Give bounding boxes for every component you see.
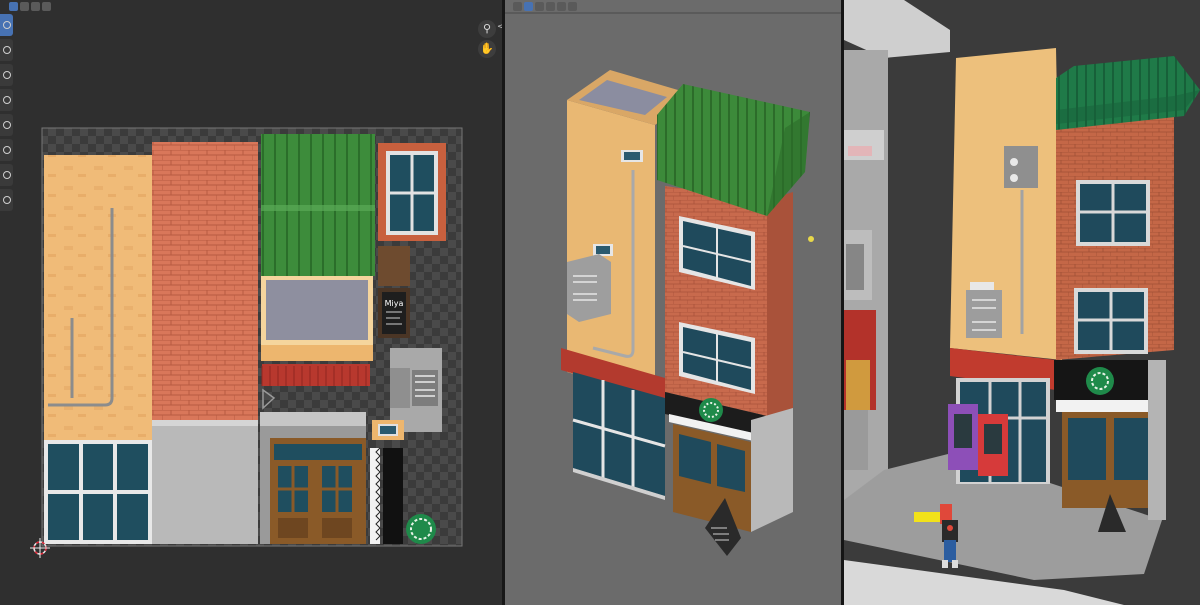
model-logo-badge (699, 398, 723, 422)
render-preview-pane (844, 0, 1200, 605)
uv-texture-canvas[interactable]: Miya (0, 0, 502, 605)
3d-viewport-pane[interactable] (505, 0, 841, 605)
uv-sign-frame (378, 246, 410, 286)
rendered-street-scene (844, 0, 1200, 605)
uv-grey-base (152, 420, 258, 544)
uv-editor-pane[interactable]: ⚲ ✋ <> (0, 0, 502, 605)
3d-building-model[interactable] (505, 0, 841, 605)
uv-sign-text: Miya (385, 299, 404, 308)
model-ac-unit (567, 254, 611, 322)
render-logo-badge (1086, 367, 1114, 395)
render-meter-box (1004, 146, 1038, 188)
model-grey-base (751, 408, 793, 532)
uv-brick-wall (152, 142, 258, 420)
uv-plaster-wall (44, 155, 152, 440)
light-gizmo-icon (808, 236, 814, 242)
